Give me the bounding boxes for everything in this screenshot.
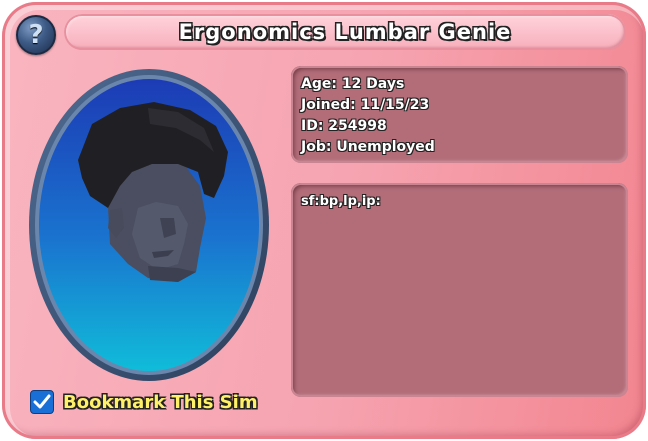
sim-profile-card: ? Ergonomics Lumbar Genie Age: 12 Days J… xyxy=(2,2,646,439)
sim-name-title: Ergonomics Lumbar Genie xyxy=(178,20,512,44)
portrait-image xyxy=(29,69,269,381)
job-text: Job: Unemployed xyxy=(301,139,435,155)
portrait-frame xyxy=(28,68,270,382)
question-mark-icon: ? xyxy=(28,20,44,50)
help-button[interactable]: ? xyxy=(16,15,56,55)
checkmark-icon xyxy=(33,394,51,409)
sim-info-panel: Age: 12 Days Joined: 11/15/23 ID: 254998… xyxy=(291,66,628,163)
bookmark-toggle[interactable]: Bookmark This Sim xyxy=(30,388,258,416)
id-text: ID: 254998 xyxy=(301,118,387,134)
bookmark-label: Bookmark This Sim xyxy=(63,391,258,413)
description-text: sf:bp,lp,ip: xyxy=(301,194,381,209)
age-text: Age: 12 Days xyxy=(301,76,405,92)
bookmark-checkbox[interactable] xyxy=(30,390,54,414)
description-panel[interactable]: sf:bp,lp,ip: xyxy=(291,183,628,397)
title-bar: Ergonomics Lumbar Genie xyxy=(64,14,626,50)
joined-text: Joined: 11/15/23 xyxy=(301,97,430,113)
